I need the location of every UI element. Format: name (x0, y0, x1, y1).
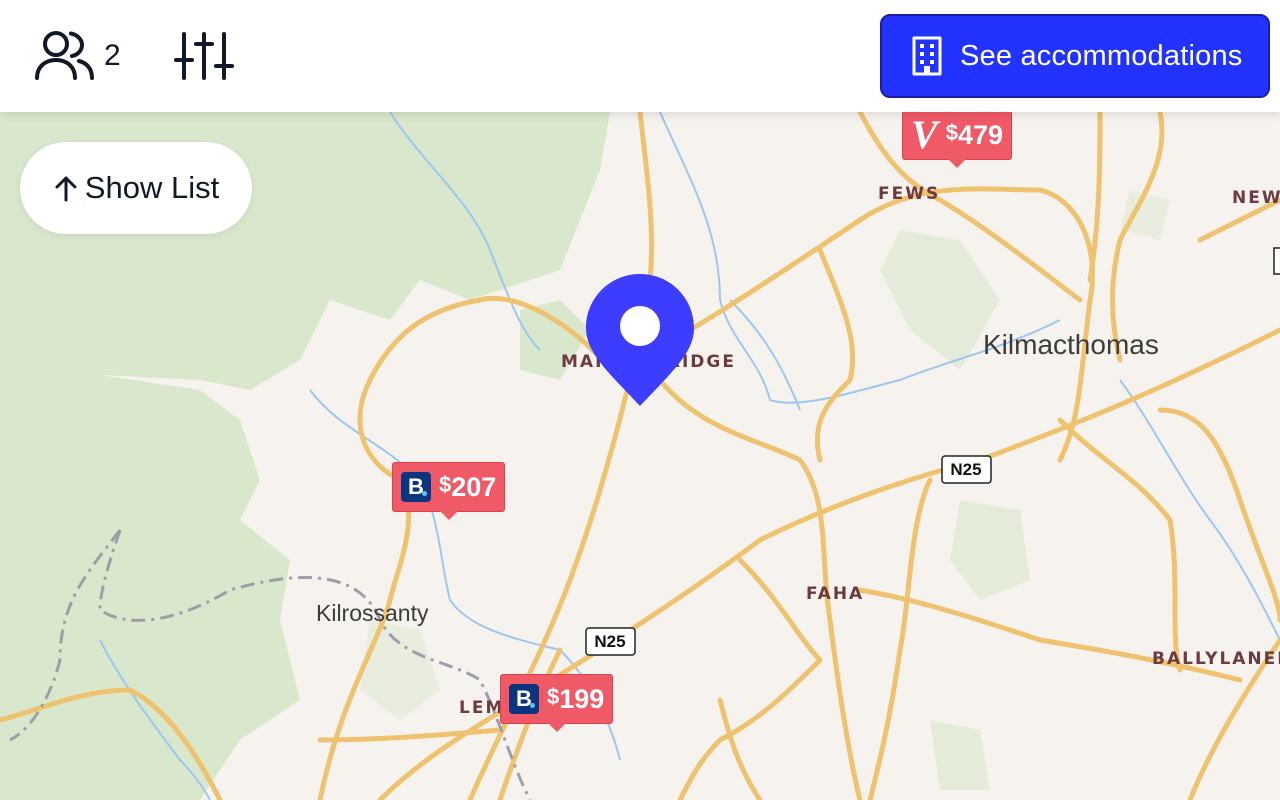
label-kilrossanty: Kilrossanty (316, 600, 429, 626)
map-pin-icon (586, 274, 694, 406)
label-fews: FEWS (878, 184, 940, 204)
vrbo-logo-icon: V (911, 112, 938, 157)
marker-price: $479 (945, 119, 1003, 150)
building-icon (912, 36, 942, 76)
label-lem: LEM (459, 698, 504, 718)
users-icon (35, 31, 94, 80)
see-accommodations-label: See accommodations (960, 39, 1243, 72)
svg-text:N25: N25 (950, 460, 981, 479)
arrow-up-icon (55, 176, 77, 202)
location-pin[interactable] (584, 272, 696, 408)
booking-logo-icon: B (401, 472, 431, 502)
price-marker-booking-207[interactable]: B $207 (392, 462, 506, 520)
guests-button[interactable]: 2 (34, 28, 121, 84)
price-marker-booking-199[interactable]: B $199 (500, 674, 614, 732)
label-new: NEW (1232, 188, 1280, 208)
booking-logo-icon: B (509, 684, 539, 714)
price-marker-vrbo-479[interactable]: V $479 (902, 110, 1012, 168)
svg-text:N25: N25 (594, 632, 625, 651)
top-bar: 2 See accommodations (0, 0, 1280, 112)
road-shield-2: N25 (585, 627, 636, 656)
road-shield-1: N25 (941, 455, 992, 484)
label-ballylaneen: BALLYLANEE (1152, 649, 1280, 669)
show-list-label: Show List (84, 170, 220, 205)
label-kilmacthomas: Kilmacthomas (983, 329, 1159, 360)
marker-price: $207 (439, 471, 497, 502)
see-accommodations-button[interactable]: See accommodations (880, 14, 1270, 98)
filters-button[interactable] (174, 30, 234, 82)
guest-count: 2 (104, 39, 121, 72)
road-shield-partial (1273, 247, 1280, 275)
label-faha: FAHA (806, 584, 864, 604)
marker-price: $199 (547, 683, 605, 714)
sliders-icon (174, 32, 234, 80)
show-list-button[interactable]: Show List (20, 142, 252, 234)
